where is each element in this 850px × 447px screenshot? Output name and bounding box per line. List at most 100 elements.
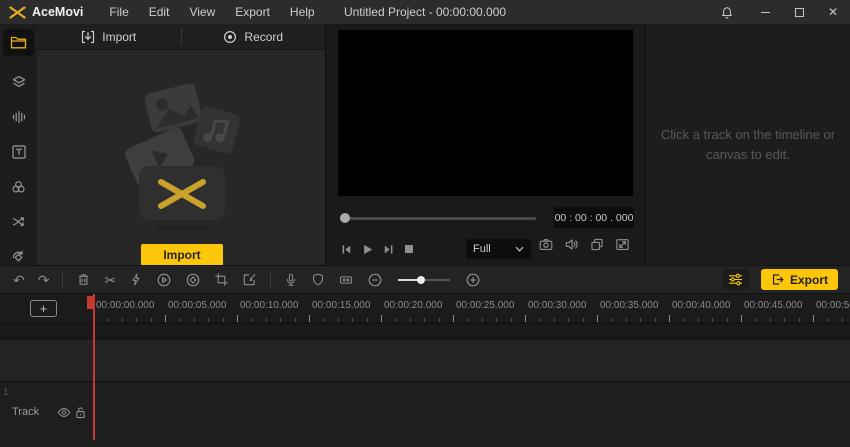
- track-visibility-eye-icon[interactable]: [57, 407, 71, 418]
- sidebar-item-behaviors[interactable]: [3, 239, 34, 265]
- ruler-minor-tick: [582, 318, 584, 322]
- previous-frame-button[interactable]: [340, 243, 353, 256]
- sidebar-item-text[interactable]: [3, 134, 34, 169]
- ruler-major-tick: [165, 315, 166, 322]
- menu-export[interactable]: Export: [225, 5, 280, 19]
- fit-timeline-button[interactable]: [338, 273, 354, 287]
- tab-import[interactable]: Import: [37, 24, 181, 49]
- undo-button[interactable]: ↶: [13, 273, 25, 287]
- timeline-track-lane[interactable]: [0, 340, 850, 382]
- sidebar-item-transitions[interactable]: [3, 204, 34, 239]
- ruler-minor-tick: [712, 318, 714, 322]
- duplicate-preview-icon[interactable]: [589, 237, 605, 252]
- next-frame-button[interactable]: [382, 243, 395, 256]
- ruler-minor-tick: [222, 318, 224, 322]
- preview-scale-select[interactable]: Full: [466, 239, 531, 259]
- ruler-minor-tick: [251, 318, 253, 322]
- add-track-button[interactable]: +: [30, 300, 57, 317]
- playhead-handle[interactable]: [87, 296, 94, 309]
- ruler-label: 00:00:40.000: [672, 300, 731, 311]
- window-controls: ✕: [720, 0, 850, 24]
- ruler-minor-tick: [510, 318, 512, 322]
- tab-record-label: Record: [244, 29, 284, 44]
- track-number: 1: [3, 387, 9, 398]
- ruler-label: 00:00:35.000: [600, 300, 659, 311]
- seek-slider-handle[interactable]: [340, 213, 350, 223]
- toolbar-divider: [270, 272, 272, 287]
- playhead-line[interactable]: [93, 294, 95, 440]
- ruler-label: 00:00:45.000: [744, 300, 803, 311]
- track-lock-icon[interactable]: [75, 406, 86, 419]
- menu-view[interactable]: View: [179, 5, 225, 19]
- sidebar-item-elements[interactable]: [3, 64, 34, 99]
- notifications-bell-icon[interactable]: [720, 5, 734, 20]
- menu-file[interactable]: File: [99, 5, 138, 19]
- ruler-minor-tick: [265, 318, 267, 322]
- ruler-minor-tick: [568, 318, 570, 322]
- ruler-minor-tick: [294, 318, 296, 322]
- stop-button[interactable]: [403, 243, 415, 255]
- crop-button[interactable]: [214, 272, 229, 287]
- redo-button[interactable]: ↷: [38, 273, 50, 287]
- record-tab-icon: [223, 30, 237, 44]
- play-speed-circle-button[interactable]: [156, 272, 172, 288]
- sidebar-item-audio[interactable]: [3, 99, 34, 134]
- video-canvas[interactable]: [338, 30, 633, 196]
- ruler-label: 00:00:25.000: [456, 300, 515, 311]
- delete-button[interactable]: [76, 272, 91, 287]
- edit-button[interactable]: [242, 272, 257, 287]
- timeline-zoom-slider[interactable]: [398, 275, 451, 285]
- ruler-minor-tick: [395, 318, 397, 322]
- menu-help[interactable]: Help: [280, 5, 325, 19]
- ruler-minor-tick: [798, 318, 800, 322]
- ruler-minor-tick: [496, 318, 498, 322]
- ruler-minor-tick: [323, 318, 325, 322]
- ruler-label: 00:00:30.000: [528, 300, 587, 311]
- ruler-minor-tick: [438, 318, 440, 322]
- export-button[interactable]: Export: [760, 269, 838, 290]
- ruler-minor-tick: [755, 318, 757, 322]
- import-tab-icon: [81, 30, 95, 44]
- snapshot-camera-icon[interactable]: [538, 237, 554, 252]
- audio-waveform-icon: [11, 109, 27, 125]
- keyframe-button[interactable]: [185, 272, 201, 288]
- ruler-minor-tick: [280, 318, 282, 322]
- zoom-slider-handle[interactable]: [417, 275, 426, 284]
- ruler-major-tick: [309, 315, 310, 322]
- menu-edit[interactable]: Edit: [139, 5, 180, 19]
- preview-scale-value: Full: [473, 243, 491, 255]
- voiceover-mic-button[interactable]: [284, 272, 298, 288]
- sidebar-item-filters[interactable]: [3, 169, 34, 204]
- marker-shield-button[interactable]: [311, 272, 325, 287]
- import-media-illustration: [121, 74, 243, 234]
- play-button[interactable]: [361, 243, 374, 256]
- timeline-track-header-row[interactable]: 1 Track: [0, 383, 850, 447]
- speed-bolt-button[interactable]: [129, 272, 143, 287]
- timeline-ruler[interactable]: + 00:00:00.000 00:00:05.000 00:00:10.000 00…: [0, 294, 850, 324]
- sidebar-item-media[interactable]: [3, 29, 34, 56]
- fullscreen-expand-icon[interactable]: [614, 237, 631, 252]
- seek-slider-track[interactable]: [343, 217, 536, 220]
- volume-speaker-icon[interactable]: [563, 237, 580, 252]
- ruler-label: 00:00:15.000: [312, 300, 371, 311]
- zoom-out-button[interactable]: [367, 272, 383, 288]
- media-tabbar: Import Record: [37, 24, 325, 50]
- tab-record[interactable]: Record: [182, 24, 326, 49]
- ruler-minor-tick: [697, 318, 699, 322]
- maximize-button[interactable]: [782, 0, 816, 24]
- adjust-settings-button[interactable]: [722, 269, 749, 290]
- ruler-minor-tick: [539, 318, 541, 322]
- ruler-minor-tick: [352, 318, 354, 322]
- ruler-minor-tick: [424, 318, 426, 322]
- ruler-minor-tick: [726, 318, 728, 322]
- import-button[interactable]: Import: [141, 244, 223, 266]
- close-button[interactable]: ✕: [816, 0, 850, 24]
- minimize-button[interactable]: [748, 0, 782, 24]
- zoom-in-button[interactable]: [465, 272, 481, 288]
- ruler-minor-tick: [208, 318, 210, 322]
- layers-icon: [10, 74, 28, 90]
- ruler-major-tick: [237, 315, 238, 322]
- ruler-minor-tick: [683, 318, 685, 322]
- timeline-gap-row: [0, 325, 850, 339]
- split-scissors-button[interactable]: ✂: [104, 273, 116, 287]
